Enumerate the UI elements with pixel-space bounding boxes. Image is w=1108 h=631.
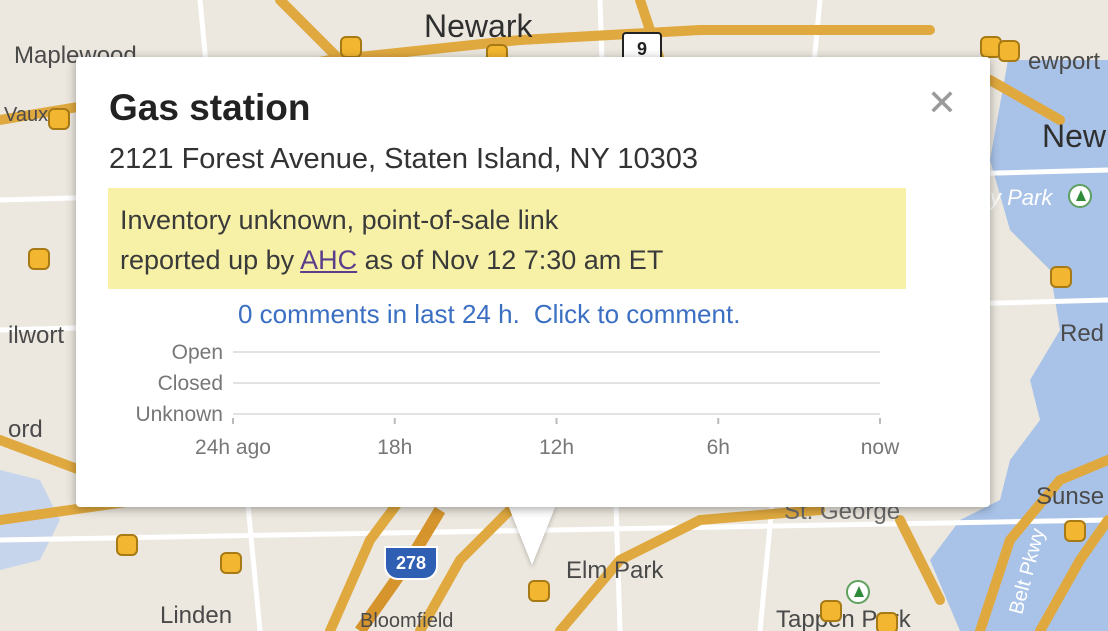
comments-count: 0 comments in last 24 h. — [238, 299, 520, 329]
gas-station-marker[interactable] — [820, 600, 842, 622]
route-278-shield: 278 — [384, 546, 438, 580]
place-linden: Linden — [160, 602, 233, 629]
gas-station-marker[interactable] — [1064, 520, 1086, 542]
place-red-hook: Red — [1060, 320, 1105, 347]
status-suffix: as of Nov 12 7:30 am ET — [357, 245, 664, 275]
station-address: 2121 Forest Avenue, Staten Island, NY 10… — [109, 143, 699, 175]
place-new-york: New — [1042, 118, 1107, 154]
gas-station-marker[interactable] — [528, 580, 550, 602]
gas-station-marker[interactable] — [1050, 266, 1072, 288]
y-tick-label: Unknown — [135, 403, 223, 426]
x-tick-label: 18h — [377, 436, 412, 459]
place-ford: ord — [8, 416, 43, 443]
status-line-2: reported up by AHC as of Nov 12 7:30 am … — [120, 240, 894, 280]
info-window: Gas station ✕ 2121 Forest Avenue, Staten… — [76, 57, 990, 507]
gas-station-marker[interactable] — [48, 108, 70, 130]
place-bloomfield: Bloomfield — [360, 610, 454, 631]
gas-station-marker[interactable] — [340, 36, 362, 58]
x-tick-label: 6h — [707, 436, 730, 459]
status-notice: Inventory unknown, point-of-sale link re… — [108, 188, 906, 289]
park-poi-icon — [1068, 184, 1092, 208]
x-tick-label: 24h ago — [195, 436, 271, 459]
park-poi-icon — [846, 580, 870, 604]
gas-station-marker[interactable] — [876, 612, 898, 631]
place-sunset: Sunse — [1036, 483, 1105, 510]
status-history-chart: Open Closed Unknown 24h ago 18h 12h 6h now — [135, 341, 900, 459]
gas-station-marker[interactable] — [998, 40, 1020, 62]
comments-link[interactable]: 0 comments in last 24 h. Click to comment… — [238, 299, 754, 330]
place-vaux: Vaux — [4, 104, 49, 126]
place-hillwood: ilwort — [8, 322, 65, 349]
reporter-link[interactable]: AHC — [300, 245, 357, 275]
place-elm-park: Elm Park — [566, 557, 664, 584]
gas-station-marker[interactable] — [28, 248, 50, 270]
station-title: Gas station — [109, 87, 311, 128]
close-icon[interactable]: ✕ — [924, 85, 960, 121]
comment-cta[interactable]: Click to comment. — [534, 299, 741, 329]
gas-station-marker[interactable] — [220, 552, 242, 574]
place-newport: ewport — [1028, 48, 1101, 75]
x-tick-label: now — [861, 436, 900, 459]
status-line-1: Inventory unknown, point-of-sale link — [120, 205, 559, 235]
info-window-pointer — [508, 505, 556, 565]
status-prefix: reported up by — [120, 245, 301, 275]
gas-station-marker[interactable] — [116, 534, 138, 556]
place-newark: Newark — [424, 8, 533, 44]
y-tick-label: Closed — [158, 372, 223, 395]
x-tick-label: 12h — [539, 436, 574, 459]
y-tick-label: Open — [172, 341, 223, 364]
place-park: y Park — [990, 185, 1053, 210]
